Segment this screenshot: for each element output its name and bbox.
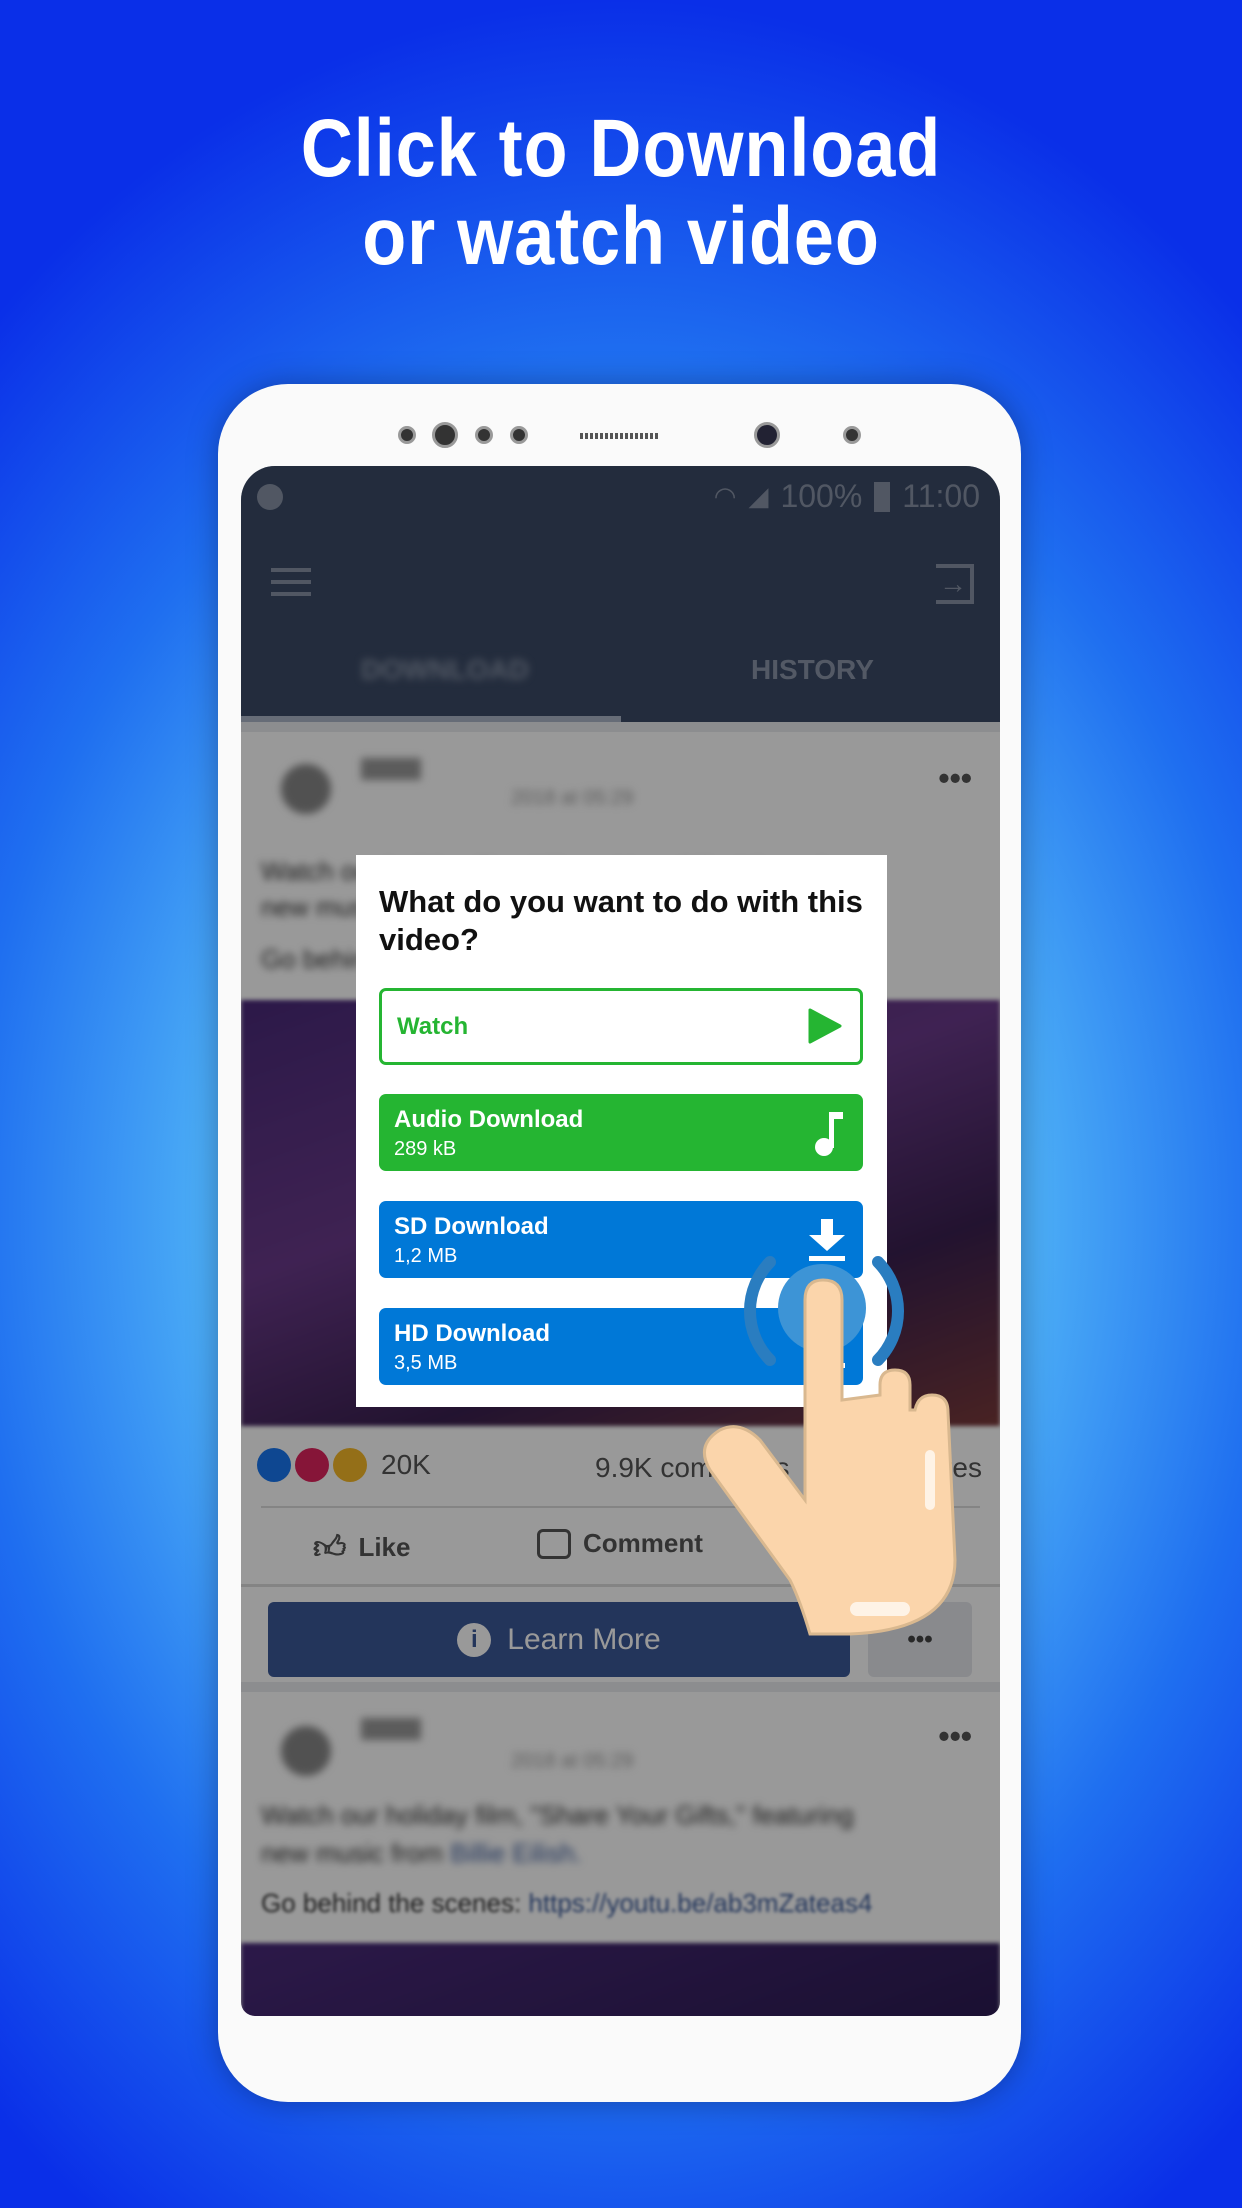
tapping-hand-illustration [702,1256,957,1636]
tap-ripple-right [872,1256,905,1366]
tap-ripple-left [743,1256,776,1366]
hand-icon [702,1278,957,1636]
